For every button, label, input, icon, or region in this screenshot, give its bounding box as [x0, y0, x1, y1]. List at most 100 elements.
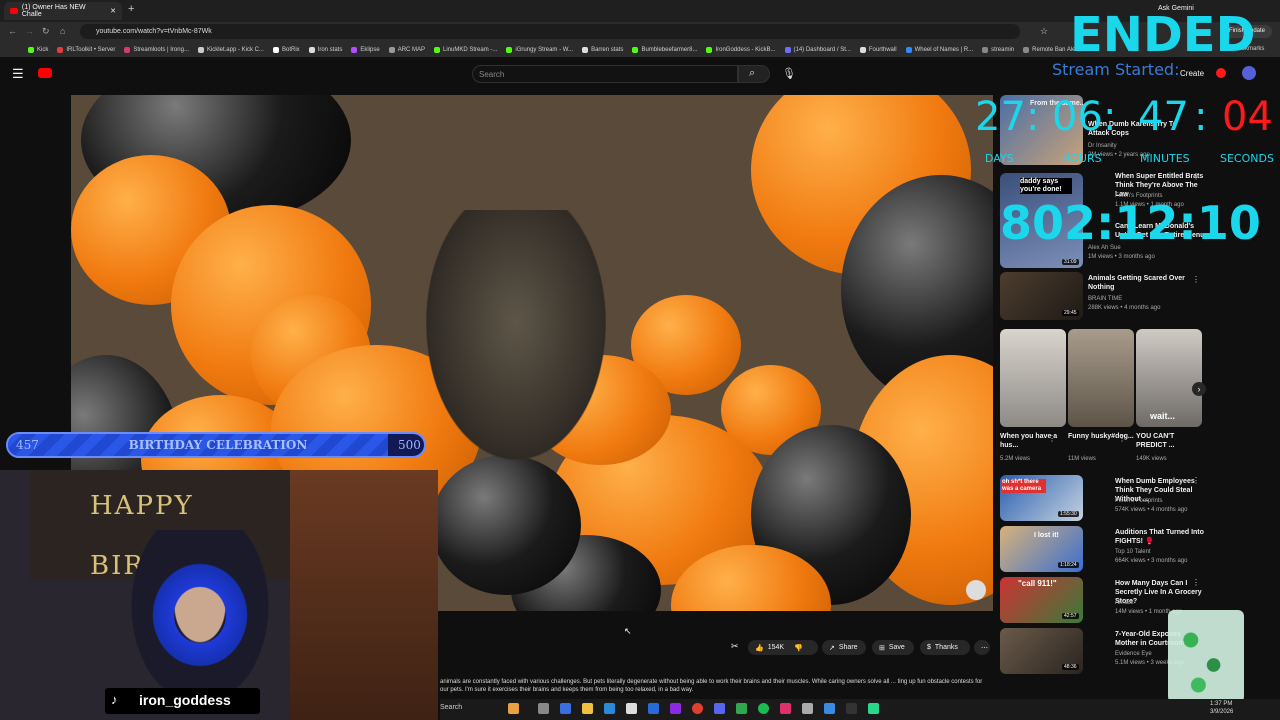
- countdown-minutes: 47: [1138, 94, 1189, 140]
- mouse-cursor: ↖: [624, 626, 632, 636]
- bookmark-favicon-icon: [272, 46, 279, 53]
- taskbar-app-icon[interactable]: [508, 703, 519, 714]
- bookmark-item[interactable]: Eklipse: [351, 46, 380, 53]
- taskbar-app-icon[interactable]: [670, 703, 681, 714]
- browser-tab[interactable]: (1) Owner Has NEW Challe ✕: [4, 2, 122, 20]
- taskbar-search[interactable]: Search: [440, 704, 462, 711]
- bookmark-item[interactable]: (14) Dashboard / St...: [784, 46, 851, 53]
- clover-mug: [1168, 610, 1244, 710]
- search-input[interactable]: Search: [472, 65, 738, 83]
- back-icon[interactable]: ←: [8, 26, 17, 36]
- bookmark-favicon-icon: [308, 46, 315, 53]
- more-options-icon[interactable]: ⋮: [1192, 172, 1200, 181]
- bookmark-favicon-icon: [706, 46, 713, 53]
- short-card[interactable]: Funny husky#dog... 11M views: [1068, 329, 1134, 469]
- bookmark-item[interactable]: Barren stats: [582, 46, 623, 53]
- short-thumbnail: [1000, 329, 1066, 427]
- bookmark-item[interactable]: Fourthwall: [859, 46, 897, 53]
- like-button[interactable]: 👍 154K 👎: [748, 640, 818, 655]
- short-more-icon[interactable]: ⋮: [1048, 434, 1056, 443]
- menu-icon[interactable]: ☰: [12, 66, 24, 82]
- discord-icon[interactable]: [714, 703, 725, 714]
- close-tab-icon[interactable]: ✕: [110, 7, 116, 15]
- more-options-icon[interactable]: ⋮: [1192, 275, 1200, 284]
- shorts-next-icon[interactable]: ›: [1192, 382, 1206, 396]
- bookmark-favicon-icon: [859, 46, 866, 53]
- recommendation-card[interactable]: 29:45 Animals Getting Scared Over Nothin…: [1000, 272, 1200, 320]
- recommendation-card[interactable]: I lost it! 1:18:24 Auditions That Turned…: [1000, 526, 1204, 572]
- cat: [426, 210, 606, 460]
- like-count: 154K: [767, 644, 785, 651]
- chrome-icon[interactable]: [692, 703, 703, 714]
- search-icon: ⌕: [749, 67, 756, 79]
- streamer-nametag: ♪ iron_goddess: [105, 688, 260, 714]
- search-button[interactable]: ⌕: [738, 65, 770, 83]
- more-options-icon[interactable]: ⋮: [1192, 476, 1200, 485]
- reload-icon[interactable]: ↻: [42, 26, 50, 37]
- short-more-icon[interactable]: ⋮: [1118, 434, 1126, 443]
- bookmark-favicon-icon: [784, 46, 791, 53]
- goal-progress-bar: 457 BIRTHDAY CELEBRATION 500: [6, 432, 426, 458]
- bookmark-item[interactable]: Iron stats: [308, 46, 342, 53]
- bookmark-item[interactable]: iGrungy Stream - W...: [506, 46, 573, 53]
- short-card[interactable]: When you have a hus... 5.2M views: [1000, 329, 1066, 469]
- bookmark-item[interactable]: ARC MAP: [388, 46, 425, 53]
- bookmark-item[interactable]: Streamloots | Irong...: [124, 46, 189, 53]
- bookmark-item[interactable]: IronGoddess - KickB...: [706, 46, 776, 53]
- recommendation-card[interactable]: oh sh*t there was a camera 1:55:30 When …: [1000, 475, 1200, 521]
- bookmark-favicon-icon: [388, 46, 395, 53]
- bookmark-item[interactable]: Bumblebeefarmer8...: [632, 46, 697, 53]
- stream-started-label: Stream Started:: [1052, 60, 1180, 79]
- folder-icon[interactable]: [582, 703, 593, 714]
- bookmark-item[interactable]: LinuMKD Stream -...: [434, 46, 497, 53]
- taskbar-app-icon[interactable]: [824, 703, 835, 714]
- taskbar-app-icon[interactable]: [780, 703, 791, 714]
- thanks-button[interactable]: $ Thanks: [920, 640, 970, 655]
- countdown-separator: :: [1194, 94, 1208, 140]
- more-options-icon[interactable]: ⋮: [1192, 578, 1200, 587]
- bookmark-item[interactable]: BotRix: [272, 46, 300, 53]
- bookmark-item[interactable]: Kicklet.app - Kick C...: [197, 46, 264, 53]
- taskbar-app-icon[interactable]: [538, 703, 549, 714]
- spotify-icon[interactable]: [758, 703, 769, 714]
- xbox-icon[interactable]: [736, 703, 747, 714]
- bookmark-item[interactable]: streamin: [982, 46, 1014, 53]
- short-card[interactable]: wait... YOU CAN'T PREDICT ... 149K views: [1136, 329, 1202, 469]
- youtube-logo-icon[interactable]: [38, 68, 52, 78]
- notifications-icon[interactable]: [1216, 68, 1226, 78]
- bookmark-item[interactable]: IRLToolkit • Server: [57, 46, 115, 53]
- create-button[interactable]: Create: [1180, 69, 1204, 78]
- bookmark-star-icon[interactable]: ☆: [1040, 26, 1048, 37]
- taskbar-app-icon[interactable]: [626, 703, 637, 714]
- avatar[interactable]: [1242, 66, 1256, 80]
- taskbar-app-icon[interactable]: [560, 703, 571, 714]
- clip-icon[interactable]: ✂: [731, 641, 739, 652]
- home-icon[interactable]: ⌂: [60, 26, 65, 36]
- ended-label: ENDED: [1070, 7, 1256, 63]
- days-label: DAYS: [985, 152, 1014, 165]
- forward-icon[interactable]: →: [25, 26, 34, 36]
- save-button[interactable]: ⊞ Save: [872, 640, 914, 655]
- more-actions-button[interactable]: ⋯: [974, 640, 990, 655]
- thanks-icon: $: [927, 644, 931, 651]
- wooden-door: [290, 470, 438, 720]
- taskbar-app-icon[interactable]: [846, 703, 857, 714]
- outlook-icon[interactable]: [648, 703, 659, 714]
- edge-icon[interactable]: [604, 703, 615, 714]
- bookmark-favicon-icon: [632, 46, 639, 53]
- taskbar-app-icon[interactable]: [868, 703, 879, 714]
- bookmark-favicon-icon: [1023, 46, 1030, 53]
- bookmark-item[interactable]: Wheel of Names | R...: [905, 46, 973, 53]
- countdown-days: 27: [975, 94, 1026, 140]
- address-bar[interactable]: youtube.com/watch?v=tVnbMc-87Wk: [80, 24, 1020, 39]
- microphone-icon[interactable]: 🎙: [782, 67, 796, 80]
- goal-label: BIRTHDAY CELEBRATION: [128, 438, 308, 452]
- new-tab-icon[interactable]: +: [128, 3, 134, 15]
- taskbar-app-icon[interactable]: [802, 703, 813, 714]
- thumbs-down-icon[interactable]: 👎: [794, 644, 803, 652]
- bookmark-favicon-icon: [982, 46, 989, 53]
- video-description[interactable]: animals are constantly faced with variou…: [440, 678, 985, 698]
- hours-label: HOURS: [1062, 152, 1102, 165]
- bookmark-item[interactable]: Kick: [28, 46, 48, 53]
- share-button[interactable]: ↗ Share: [822, 640, 866, 655]
